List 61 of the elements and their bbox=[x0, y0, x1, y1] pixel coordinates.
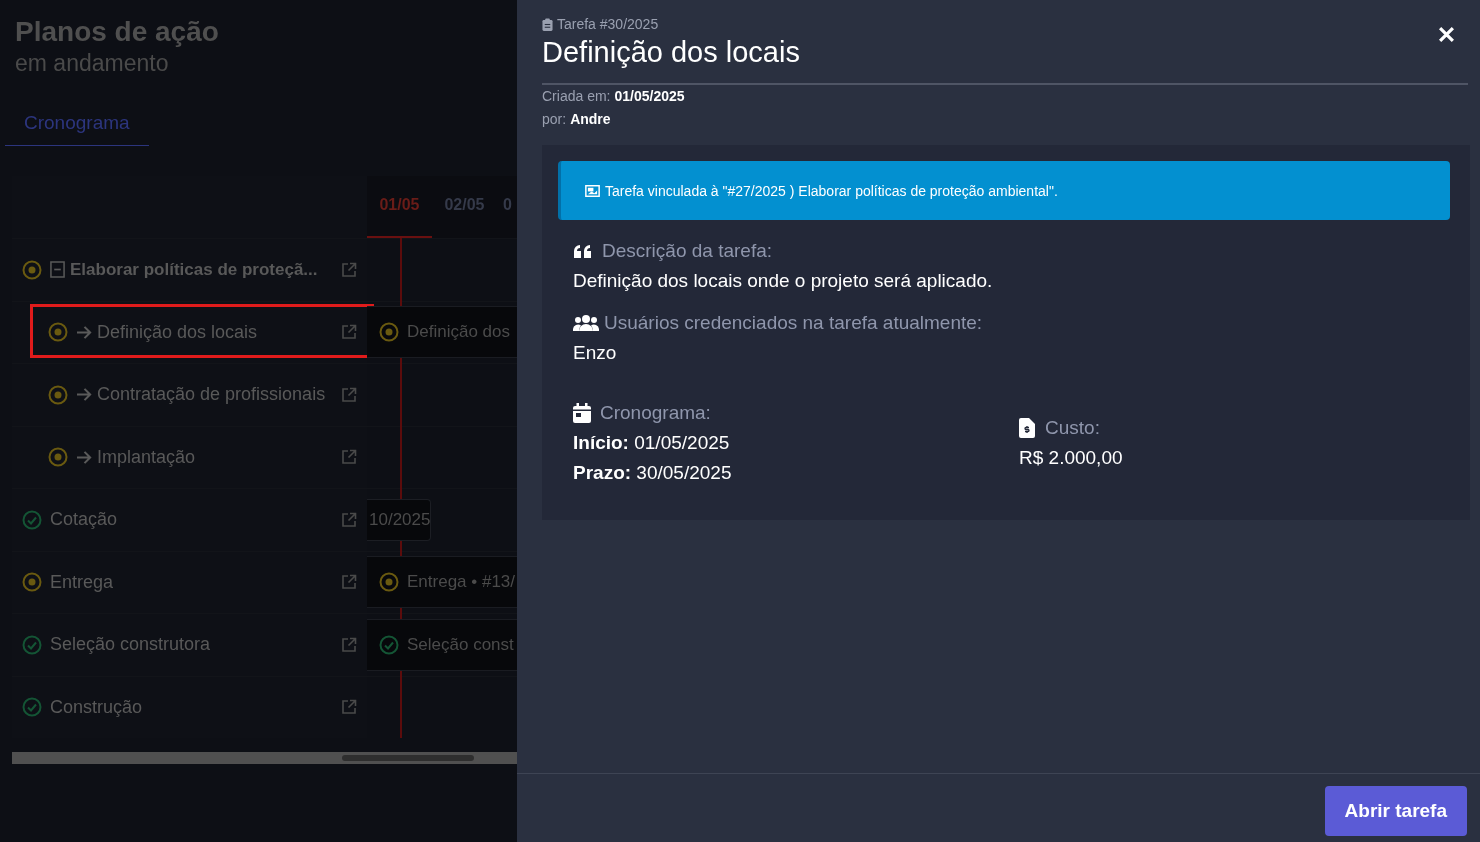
meta-label: por: bbox=[542, 111, 567, 127]
external-link-icon[interactable] bbox=[341, 511, 357, 528]
date-header: 01/05 bbox=[367, 176, 432, 238]
date-header: 02/05 bbox=[443, 195, 486, 215]
task-name[interactable]: Elaborar políticas de proteçã... bbox=[70, 259, 318, 280]
bar-label: Entrega • #13/ bbox=[407, 572, 516, 593]
task-name[interactable]: Definição dos locais bbox=[97, 321, 258, 343]
external-link-icon[interactable] bbox=[341, 386, 357, 403]
start-date: 01/05/2025 bbox=[634, 432, 730, 453]
invoice-icon bbox=[1019, 418, 1035, 438]
page-subtitle: em andamento bbox=[14, 49, 170, 78]
section-label: Usuários credenciados na tarefa atualmente: bbox=[604, 312, 983, 334]
horizontal-scrollbar[interactable] bbox=[12, 752, 517, 764]
description-text: Definição dos locais onde o projeto será aplicado. bbox=[573, 270, 994, 292]
task-bar[interactable]: 10/2025 bbox=[367, 498, 432, 541]
external-link-icon[interactable] bbox=[341, 449, 357, 466]
external-link-icon[interactable] bbox=[341, 636, 357, 653]
external-link-icon[interactable] bbox=[341, 261, 357, 278]
task-name[interactable]: Cotação bbox=[50, 509, 118, 531]
task-number: Tarefa #30/2025 bbox=[557, 16, 659, 32]
users-icon bbox=[573, 314, 599, 332]
task-name[interactable]: Seleção construtora bbox=[50, 634, 211, 656]
clipboard-icon bbox=[542, 17, 553, 31]
deadline-date: 30/05/2025 bbox=[636, 462, 732, 483]
external-link-icon[interactable] bbox=[341, 574, 357, 591]
user-name: Enzo bbox=[573, 342, 618, 364]
external-link-icon[interactable] bbox=[341, 324, 357, 341]
open-task-button[interactable]: Abrir tarefa bbox=[1324, 786, 1467, 836]
collapse-icon[interactable] bbox=[50, 261, 65, 279]
task-name[interactable]: Entrega bbox=[50, 571, 114, 593]
image-icon bbox=[585, 184, 600, 197]
bar-label: Definição dos bbox=[407, 322, 510, 343]
task-bar[interactable]: Seleção const bbox=[367, 618, 517, 671]
meta-value: 01/05/2025 bbox=[614, 88, 685, 104]
drawer-title: Definição dos locais bbox=[542, 36, 800, 69]
cost-value: R$ 2.000,00 bbox=[1019, 447, 1124, 469]
section-label: Custo: bbox=[1045, 417, 1100, 439]
task-bar[interactable]: Entrega • #13/ bbox=[367, 556, 517, 609]
bar-label: 10/2025 bbox=[369, 509, 431, 530]
date-header: 0 bbox=[502, 195, 513, 215]
arrow-right-icon bbox=[76, 449, 93, 465]
tab[interactable]: Cronograma bbox=[5, 106, 149, 146]
close-icon[interactable] bbox=[1438, 26, 1455, 43]
calendar-icon bbox=[573, 403, 591, 423]
page-title: Planos de ação bbox=[14, 15, 220, 48]
arrow-right-icon bbox=[76, 387, 93, 403]
section-label: Descrição da tarefa: bbox=[602, 240, 773, 262]
field-label: Início: bbox=[573, 432, 629, 453]
section-label: Cronograma: bbox=[600, 402, 711, 424]
bar-label: Seleção const bbox=[407, 634, 514, 655]
task-name[interactable]: Construção bbox=[50, 696, 143, 718]
arrow-right-icon bbox=[76, 324, 93, 340]
quote-icon bbox=[573, 244, 593, 258]
field-label: Prazo: bbox=[573, 462, 632, 483]
task-name[interactable]: Contratação de profissionais bbox=[97, 384, 326, 406]
alert-text: Tarefa vinculada à "#27/2025 ) Elaborar políticas de proteção ambiental". bbox=[605, 182, 1058, 199]
task-name[interactable]: Implantação bbox=[97, 446, 196, 468]
task-bar[interactable]: Definição dos bbox=[367, 306, 517, 359]
meta-label: Criada em: bbox=[542, 88, 611, 104]
meta-value: Andre bbox=[570, 111, 611, 127]
external-link-icon[interactable] bbox=[341, 699, 357, 716]
